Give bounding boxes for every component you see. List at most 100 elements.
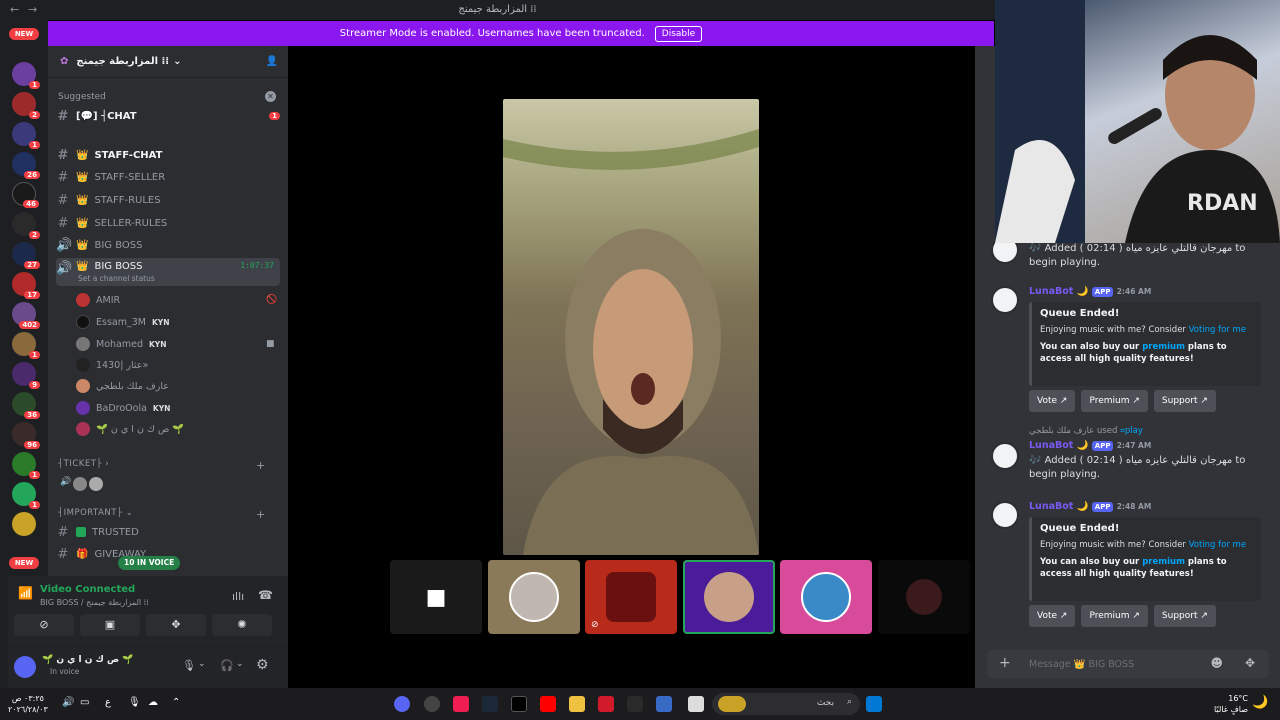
video-tile[interactable] — [488, 560, 580, 634]
author-name[interactable]: LunaBot — [1029, 501, 1073, 512]
voice-member[interactable]: AMIR 🚫 — [76, 290, 277, 310]
add-attachment-icon[interactable]: + — [999, 655, 1011, 671]
file-explorer-taskbar-icon[interactable] — [569, 696, 585, 712]
voice-member[interactable]: BaDroOola KYN — [76, 398, 170, 418]
voice-channel-big-boss-active[interactable]: 🔊 👑 BIG BOSS 1:07:37 Set a channel status — [56, 258, 280, 286]
server-icon[interactable]: 1 — [12, 332, 40, 359]
camera-toggle-button[interactable]: ⊘ — [14, 614, 74, 636]
voice-channel-big-boss[interactable]: 🔊 👑 BIG BOSS — [56, 235, 280, 255]
add-channel-icon[interactable]: + — [256, 508, 266, 521]
server-icon[interactable]: 9 — [12, 362, 40, 389]
category-important[interactable]: ┤IMPORTANT├ ⌄ + — [58, 508, 265, 522]
server-icon[interactable]: 36 — [12, 392, 40, 419]
avatar[interactable] — [991, 286, 1019, 314]
author-name[interactable]: LunaBot — [1029, 286, 1073, 297]
chevron-up-icon[interactable]: ⌃ — [172, 697, 180, 708]
channel-status[interactable]: Set a channel status — [78, 274, 155, 283]
channel-staff-chat[interactable]: # 👑 STAFF-CHAT — [56, 145, 280, 165]
voice-member[interactable]: عثار |1430» — [76, 355, 148, 375]
premium-link[interactable]: premium — [1142, 557, 1185, 567]
windows-start-icon[interactable] — [866, 696, 882, 712]
chevron-down-icon[interactable]: ⌄ — [198, 659, 206, 669]
disconnect-icon[interactable]: ☎ — [258, 588, 273, 602]
taskbar-search[interactable]: بحث ⌕ — [712, 693, 860, 715]
message-input[interactable]: + Message 👑 BIG BOSS ☻ ✥ — [987, 650, 1269, 678]
input-language[interactable]: ع — [105, 697, 111, 708]
soundboard-button[interactable]: ✺ — [212, 614, 272, 636]
store-taskbar-icon[interactable] — [656, 696, 672, 712]
server-icon[interactable]: 402 — [12, 302, 40, 329]
weather-widget[interactable]: 16°C صافٍ غالبًا — [1200, 693, 1248, 715]
settings-gear-icon[interactable]: ⚙ — [256, 657, 269, 673]
channel-seller-rules[interactable]: # 👑 SELLER-RULES — [56, 213, 280, 233]
tiktok-taskbar-icon[interactable] — [511, 696, 527, 712]
premium-button[interactable]: Premium ↗ — [1081, 605, 1148, 627]
server-icon[interactable]: 1 — [12, 62, 40, 89]
server-icon[interactable]: 26 — [12, 152, 40, 179]
chevron-down-icon[interactable]: ⌄ — [236, 659, 244, 669]
premium-button[interactable]: Premium ↗ — [1081, 390, 1148, 412]
server-icon[interactable]: 2 — [12, 212, 40, 239]
apps-icon[interactable]: ✥ — [1245, 656, 1255, 670]
avatar[interactable] — [991, 501, 1019, 529]
author-name[interactable]: LunaBot — [1029, 440, 1073, 451]
server-icon[interactable]: 46 — [12, 182, 39, 208]
close-icon[interactable]: ✕ — [265, 91, 276, 102]
network-icon[interactable]: ▭ — [80, 697, 89, 708]
server-icon[interactable]: 2 — [12, 92, 40, 119]
server-icon[interactable]: 17 — [12, 272, 40, 299]
epic-games-taskbar-icon[interactable] — [627, 696, 643, 712]
channel-trusted[interactable]: # TRUSTED — [56, 522, 280, 542]
channel-chat[interactable]: # [💬] ┤CHAT 1 — [56, 106, 280, 126]
avatar[interactable] — [991, 442, 1019, 470]
invite-icon[interactable]: 👤 — [266, 56, 278, 67]
server-icon[interactable]: 1 — [12, 122, 40, 149]
voice-member[interactable]: 🌱 ص ك ن ا ي ن 🌱 — [76, 419, 184, 439]
voice-member[interactable]: Essam_3M KYN — [76, 312, 170, 332]
activities-button[interactable]: ✥ — [146, 614, 206, 636]
discord-taskbar-icon[interactable] — [394, 696, 410, 712]
emoji-icon[interactable]: ☻ — [1210, 656, 1223, 670]
app-taskbar-icon[interactable] — [688, 696, 704, 712]
command-name[interactable]: ⌗play — [1120, 426, 1143, 436]
premium-link[interactable]: premium — [1142, 342, 1185, 352]
video-tile[interactable]: ■ — [390, 560, 482, 634]
voice-location[interactable]: BIG BOSS / المزاربطة جيمنج ⁞⁞ — [40, 598, 149, 607]
steam-taskbar-icon[interactable] — [482, 696, 498, 712]
server-header[interactable]: ✿ المزاربطة جيمنج ⁞⁞ ⌄ 👤 — [48, 46, 288, 78]
main-video-feed[interactable] — [503, 99, 759, 555]
support-button[interactable]: Support ↗ — [1153, 605, 1216, 627]
volume-icon[interactable]: 🔊 — [62, 697, 74, 708]
in-voice-pill[interactable]: 10 IN VOICE — [118, 556, 181, 570]
signal-icon[interactable]: 📶 — [18, 586, 33, 600]
server-icon[interactable]: 1 — [12, 452, 40, 479]
video-tile[interactable]: ⊘ — [585, 560, 677, 634]
server-icon[interactable]: 1 — [12, 482, 40, 509]
voice-member[interactable]: Mohamed KYN ■ — [76, 334, 275, 354]
microphone-icon[interactable]: 🎙 — [182, 659, 196, 672]
clock[interactable]: ٠٣:٢٥ ص ٢٠٢٦/٢٨/٠٣ — [8, 693, 48, 715]
command-user[interactable]: عارف ملك بلطجي — [1029, 426, 1094, 436]
category-ticket[interactable]: ┤TICKET├ › + — [58, 459, 265, 473]
video-tile-speaking[interactable] — [683, 560, 775, 634]
microphone-icon[interactable]: 🎙 — [128, 697, 141, 708]
obs-taskbar-icon[interactable] — [424, 696, 440, 712]
server-icon[interactable] — [12, 512, 36, 536]
video-tile[interactable] — [300, 560, 392, 634]
cloud-icon[interactable]: ☁ — [148, 697, 158, 708]
vote-button[interactable]: Vote ↗ — [1029, 390, 1076, 412]
channel-staff-seller[interactable]: # 👑 STAFF-SELLER — [56, 167, 280, 187]
youtube-taskbar-icon[interactable] — [540, 696, 556, 712]
vote-link[interactable]: Voting for me — [1189, 540, 1246, 550]
noise-suppression-icon[interactable]: ıllı — [232, 590, 244, 603]
server-icon[interactable]: 27 — [12, 242, 40, 269]
headphones-icon[interactable]: 🎧 — [220, 659, 234, 672]
vote-button[interactable]: Vote ↗ — [1029, 605, 1076, 627]
vote-link[interactable]: Voting for me — [1189, 325, 1246, 335]
server-icon[interactable]: 96 — [12, 422, 40, 449]
disable-streamer-button[interactable]: Disable — [654, 25, 703, 42]
video-tile[interactable] — [878, 560, 970, 634]
tiktok-live-taskbar-icon[interactable] — [453, 696, 469, 712]
avatar[interactable] — [14, 656, 36, 678]
screenshare-button[interactable]: ▣ — [80, 614, 140, 636]
